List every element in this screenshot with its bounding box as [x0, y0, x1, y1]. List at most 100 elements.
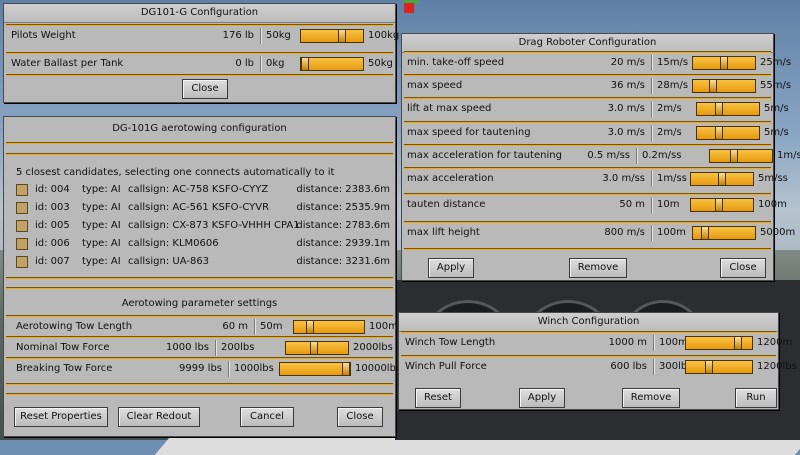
max-speed-tautening-value: 3.0 m/s — [607, 127, 645, 138]
max-lift-height-max-label: 5000m — [760, 227, 796, 238]
min-takeoff-speed-slider[interactable] — [692, 56, 756, 70]
separator — [6, 393, 393, 395]
separator — [401, 355, 776, 357]
slider-thumb[interactable] — [715, 126, 723, 140]
slider-thumb[interactable] — [734, 336, 742, 350]
lift-at-max-speed-slider[interactable] — [696, 102, 760, 116]
max-speed-slider[interactable] — [692, 79, 756, 93]
reset-properties-button[interactable]: Reset Properties — [14, 407, 108, 427]
tauten-distance-label: tauten distance — [407, 199, 486, 210]
slider-thumb[interactable] — [705, 360, 713, 374]
nominal-tow-force-value: 1000 lbs — [166, 342, 209, 353]
candidates-intro: 5 closest candidates, selecting one conn… — [16, 167, 335, 178]
candidate-checkbox[interactable] — [16, 220, 28, 232]
apply-button[interactable]: Apply — [428, 258, 474, 278]
winch-tow-length-slider[interactable] — [685, 336, 753, 350]
reset-button[interactable]: Reset — [415, 388, 461, 408]
close-button[interactable]: Close — [182, 79, 228, 99]
max-lift-height-label: max lift height — [407, 227, 480, 238]
remove-button[interactable]: Remove — [569, 258, 627, 278]
pilots-weight-max-label: 100kg — [368, 30, 400, 41]
slider-thumb[interactable] — [701, 226, 709, 240]
aerotow-config-dialog: DG-101G aerotowing configuration 5 close… — [3, 116, 401, 437]
tow-length-value: 60 m — [222, 321, 248, 332]
candidate-id: id: 006 — [35, 238, 70, 249]
divider — [260, 56, 262, 72]
candidate-id: id: 003 — [35, 202, 70, 213]
candidate-row[interactable]: id: 005 type: AI callsign: CX-873 KSFO-VHH… — [4, 219, 395, 235]
tow-length-slider[interactable] — [293, 320, 365, 334]
tow-length-min-label: 50m — [260, 321, 283, 332]
winch-tow-length-max-label: 1200m — [757, 337, 793, 348]
min-takeoff-speed-min-label: 15m/s — [657, 57, 689, 68]
water-ballast-max-label: 50kg — [368, 58, 393, 69]
slider-thumb[interactable] — [301, 57, 309, 71]
divider — [651, 78, 653, 94]
candidate-row[interactable]: id: 006 type: AI callsign: KLM0606 distance… — [4, 237, 395, 253]
divider — [651, 171, 653, 187]
drag-roboter-dialog: Drag Roboter Configuration min. take-off… — [401, 33, 800, 281]
slider-thumb[interactable] — [306, 320, 314, 334]
max-lift-height-slider[interactable] — [692, 226, 756, 240]
pilots-weight-label: Pilots Weight — [11, 30, 76, 41]
max-speed-tautening-slider[interactable] — [696, 126, 760, 140]
winch-pull-force-label: Winch Pull Force — [405, 361, 487, 372]
separator — [404, 121, 771, 123]
scenery-marker — [404, 3, 414, 13]
max-acceleration-min-label: 1m/ss — [657, 173, 687, 184]
candidate-type: type: AI — [82, 256, 121, 267]
close-button[interactable]: Close — [720, 258, 766, 278]
divider — [651, 125, 653, 141]
winch-tow-length-label: Winch Tow Length — [405, 337, 496, 348]
candidate-row[interactable]: id: 004 type: AI callsign: AC-758 KSFO-CYY… — [4, 183, 395, 199]
candidate-id: id: 005 — [35, 220, 70, 231]
candidate-checkbox[interactable] — [16, 184, 28, 196]
breaking-tow-force-max-label: 10000lbs — [355, 363, 402, 374]
divider — [653, 359, 655, 375]
slider-thumb[interactable] — [730, 149, 738, 163]
max-acceleration-slider[interactable] — [690, 172, 754, 186]
candidate-checkbox[interactable] — [16, 238, 28, 250]
close-button[interactable]: Close — [337, 407, 383, 427]
winch-pull-force-slider[interactable] — [685, 360, 753, 374]
candidate-checkbox[interactable] — [16, 202, 28, 214]
candidate-row[interactable]: id: 007 type: AI callsign: UA-863 distance:… — [4, 255, 395, 271]
tauten-distance-slider[interactable] — [690, 198, 754, 212]
slider-thumb[interactable] — [715, 102, 723, 116]
cancel-button[interactable]: Cancel — [240, 407, 294, 427]
max-accel-tautening-slider[interactable] — [709, 149, 773, 163]
pilots-weight-min-label: 50kg — [266, 30, 291, 41]
candidate-type: type: AI — [82, 202, 121, 213]
separator — [404, 167, 771, 169]
nominal-tow-force-slider[interactable] — [285, 341, 349, 355]
slider-thumb[interactable] — [342, 362, 350, 376]
slider-thumb[interactable] — [338, 29, 346, 43]
slider-thumb[interactable] — [715, 198, 723, 212]
apply-button[interactable]: Apply — [519, 388, 565, 408]
separator — [6, 383, 393, 385]
slider-thumb[interactable] — [709, 79, 717, 93]
max-speed-tautening-label: max speed for tautening — [407, 127, 531, 138]
candidate-distance: distance: 2939.1m — [296, 238, 390, 249]
pilots-weight-slider[interactable] — [300, 29, 364, 43]
candidate-checkbox[interactable] — [16, 256, 28, 268]
water-ballast-slider[interactable] — [300, 57, 364, 71]
candidate-distance: distance: 2383.6m — [296, 184, 390, 195]
remove-button[interactable]: Remove — [622, 388, 680, 408]
water-ballast-label: Water Ballast per Tank — [11, 58, 124, 69]
breaking-tow-force-slider[interactable] — [279, 362, 351, 376]
winch-pull-force-value: 600 lbs — [610, 361, 647, 372]
clear-redout-button[interactable]: Clear Redout — [118, 407, 200, 427]
slider-thumb[interactable] — [310, 341, 318, 355]
slider-thumb[interactable] — [718, 172, 726, 186]
winch-tow-length-value: 1000 m — [608, 337, 647, 348]
run-button[interactable]: Run — [735, 388, 777, 408]
separator — [6, 287, 393, 289]
params-title: Aerotowing parameter settings — [121, 298, 278, 309]
divider — [651, 101, 653, 117]
lift-at-max-speed-min-label: 2m/s — [657, 103, 682, 114]
winch-tow-length-min-label: 100m — [659, 337, 688, 348]
candidate-row[interactable]: id: 003 type: AI callsign: AC-561 KSFO-CYV… — [4, 201, 395, 217]
slider-thumb[interactable] — [720, 56, 728, 70]
separator — [404, 97, 771, 99]
